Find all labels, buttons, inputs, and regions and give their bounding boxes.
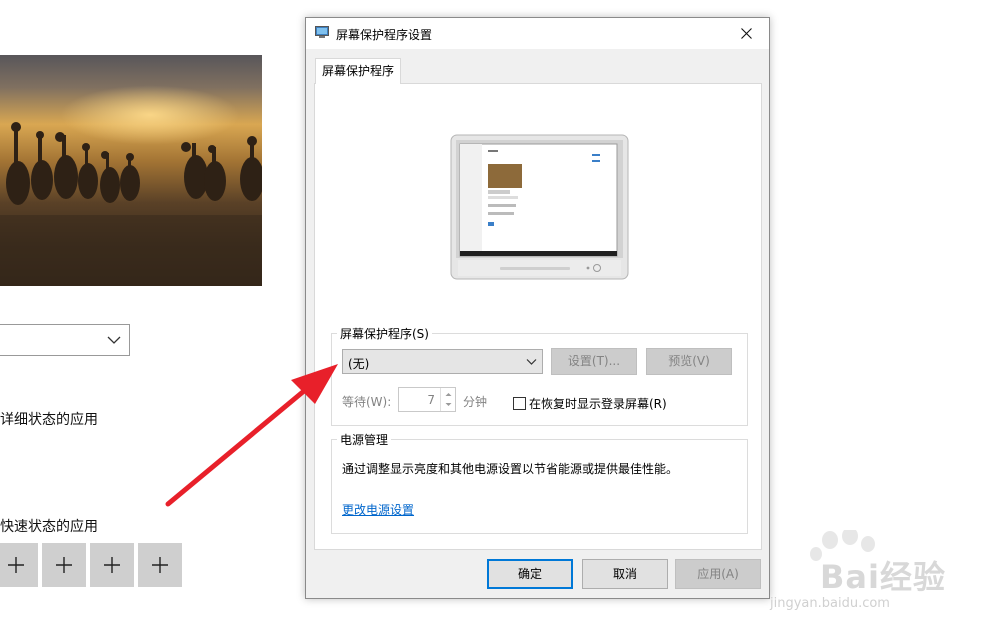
power-description: 通过调整显示亮度和其他电源设置以节省能源或提供最佳性能。 bbox=[342, 462, 679, 476]
add-quick-status-app-button[interactable] bbox=[42, 543, 86, 587]
watermark-url: jingyan.baidu.com bbox=[770, 596, 890, 611]
add-quick-status-app-button[interactable] bbox=[0, 543, 38, 587]
plus-icon bbox=[8, 557, 24, 573]
plus-icon bbox=[104, 557, 120, 573]
plus-icon bbox=[56, 557, 72, 573]
dialog-titlebar[interactable]: 屏幕保护程序设置 bbox=[306, 18, 769, 49]
birds-silhouette bbox=[0, 122, 262, 286]
screensaver-select-value: (无) bbox=[348, 357, 370, 371]
screensaver-tab-panel: 屏幕保护程序(S) (无) 设置(T)... 预览(V) 等待(W): 7 分钟… bbox=[314, 83, 762, 550]
preview-button[interactable]: 预览(V) bbox=[646, 348, 732, 375]
screensaver-group-legend: 屏幕保护程序(S) bbox=[337, 325, 432, 342]
minutes-label: 分钟 bbox=[463, 395, 488, 409]
spinner-arrows[interactable] bbox=[440, 388, 455, 411]
background-preview-image bbox=[0, 55, 262, 286]
power-group-legend: 电源管理 bbox=[337, 431, 392, 448]
plus-icon bbox=[152, 557, 168, 573]
cancel-button[interactable]: 取消 bbox=[582, 559, 668, 589]
wait-minutes-spinner[interactable]: 7 bbox=[398, 387, 456, 412]
dialog-title: 屏幕保护程序设置 bbox=[336, 28, 433, 42]
spinner-up-down-icon bbox=[445, 393, 452, 406]
chevron-down-icon bbox=[107, 336, 121, 344]
screen: 详细状态的应用 快速状态的应用 屏幕保护程序设置 屏幕保护程序 屏幕保护程序(S… bbox=[0, 0, 992, 638]
background-fit-dropdown[interactable] bbox=[0, 324, 130, 356]
show-logon-screen-checkbox[interactable] bbox=[513, 397, 526, 410]
apply-button[interactable]: 应用(A) bbox=[675, 559, 761, 589]
detailed-status-apps-label: 详细状态的应用 bbox=[0, 412, 98, 428]
watermark-brand: Bai经验 bbox=[820, 558, 946, 596]
close-icon bbox=[741, 28, 752, 39]
monitor-preview-icon bbox=[450, 134, 629, 280]
red-annotation-arrow bbox=[165, 364, 338, 507]
add-quick-status-app-button[interactable] bbox=[138, 543, 182, 587]
change-power-settings-link[interactable]: 更改电源设置 bbox=[342, 501, 414, 518]
show-logon-screen-label[interactable]: 在恢复时显示登录屏幕(R) bbox=[529, 395, 667, 412]
screensaver-app-icon bbox=[315, 26, 329, 38]
wait-label: 等待(W): bbox=[342, 395, 392, 409]
tab-screensaver[interactable]: 屏幕保护程序 bbox=[315, 58, 401, 84]
screensaver-groupbox: 屏幕保护程序(S) (无) 设置(T)... 预览(V) 等待(W): 7 分钟… bbox=[331, 325, 748, 426]
ok-button[interactable]: 确定 bbox=[487, 559, 573, 589]
settings-button[interactable]: 设置(T)... bbox=[551, 348, 637, 375]
close-button[interactable] bbox=[724, 18, 769, 49]
quick-status-apps-label: 快速状态的应用 bbox=[0, 519, 98, 535]
chevron-down-icon bbox=[526, 359, 537, 365]
power-management-groupbox: 电源管理 通过调整显示亮度和其他电源设置以节省能源或提供最佳性能。 更改电源设置 bbox=[331, 431, 748, 534]
screensaver-select[interactable]: (无) bbox=[342, 349, 543, 374]
screensaver-settings-dialog: 屏幕保护程序设置 屏幕保护程序 屏幕保护程序(S) (无) 设置(T)... 预… bbox=[305, 17, 770, 599]
wait-minutes-value: 7 bbox=[427, 393, 435, 407]
add-quick-status-app-button[interactable] bbox=[90, 543, 134, 587]
